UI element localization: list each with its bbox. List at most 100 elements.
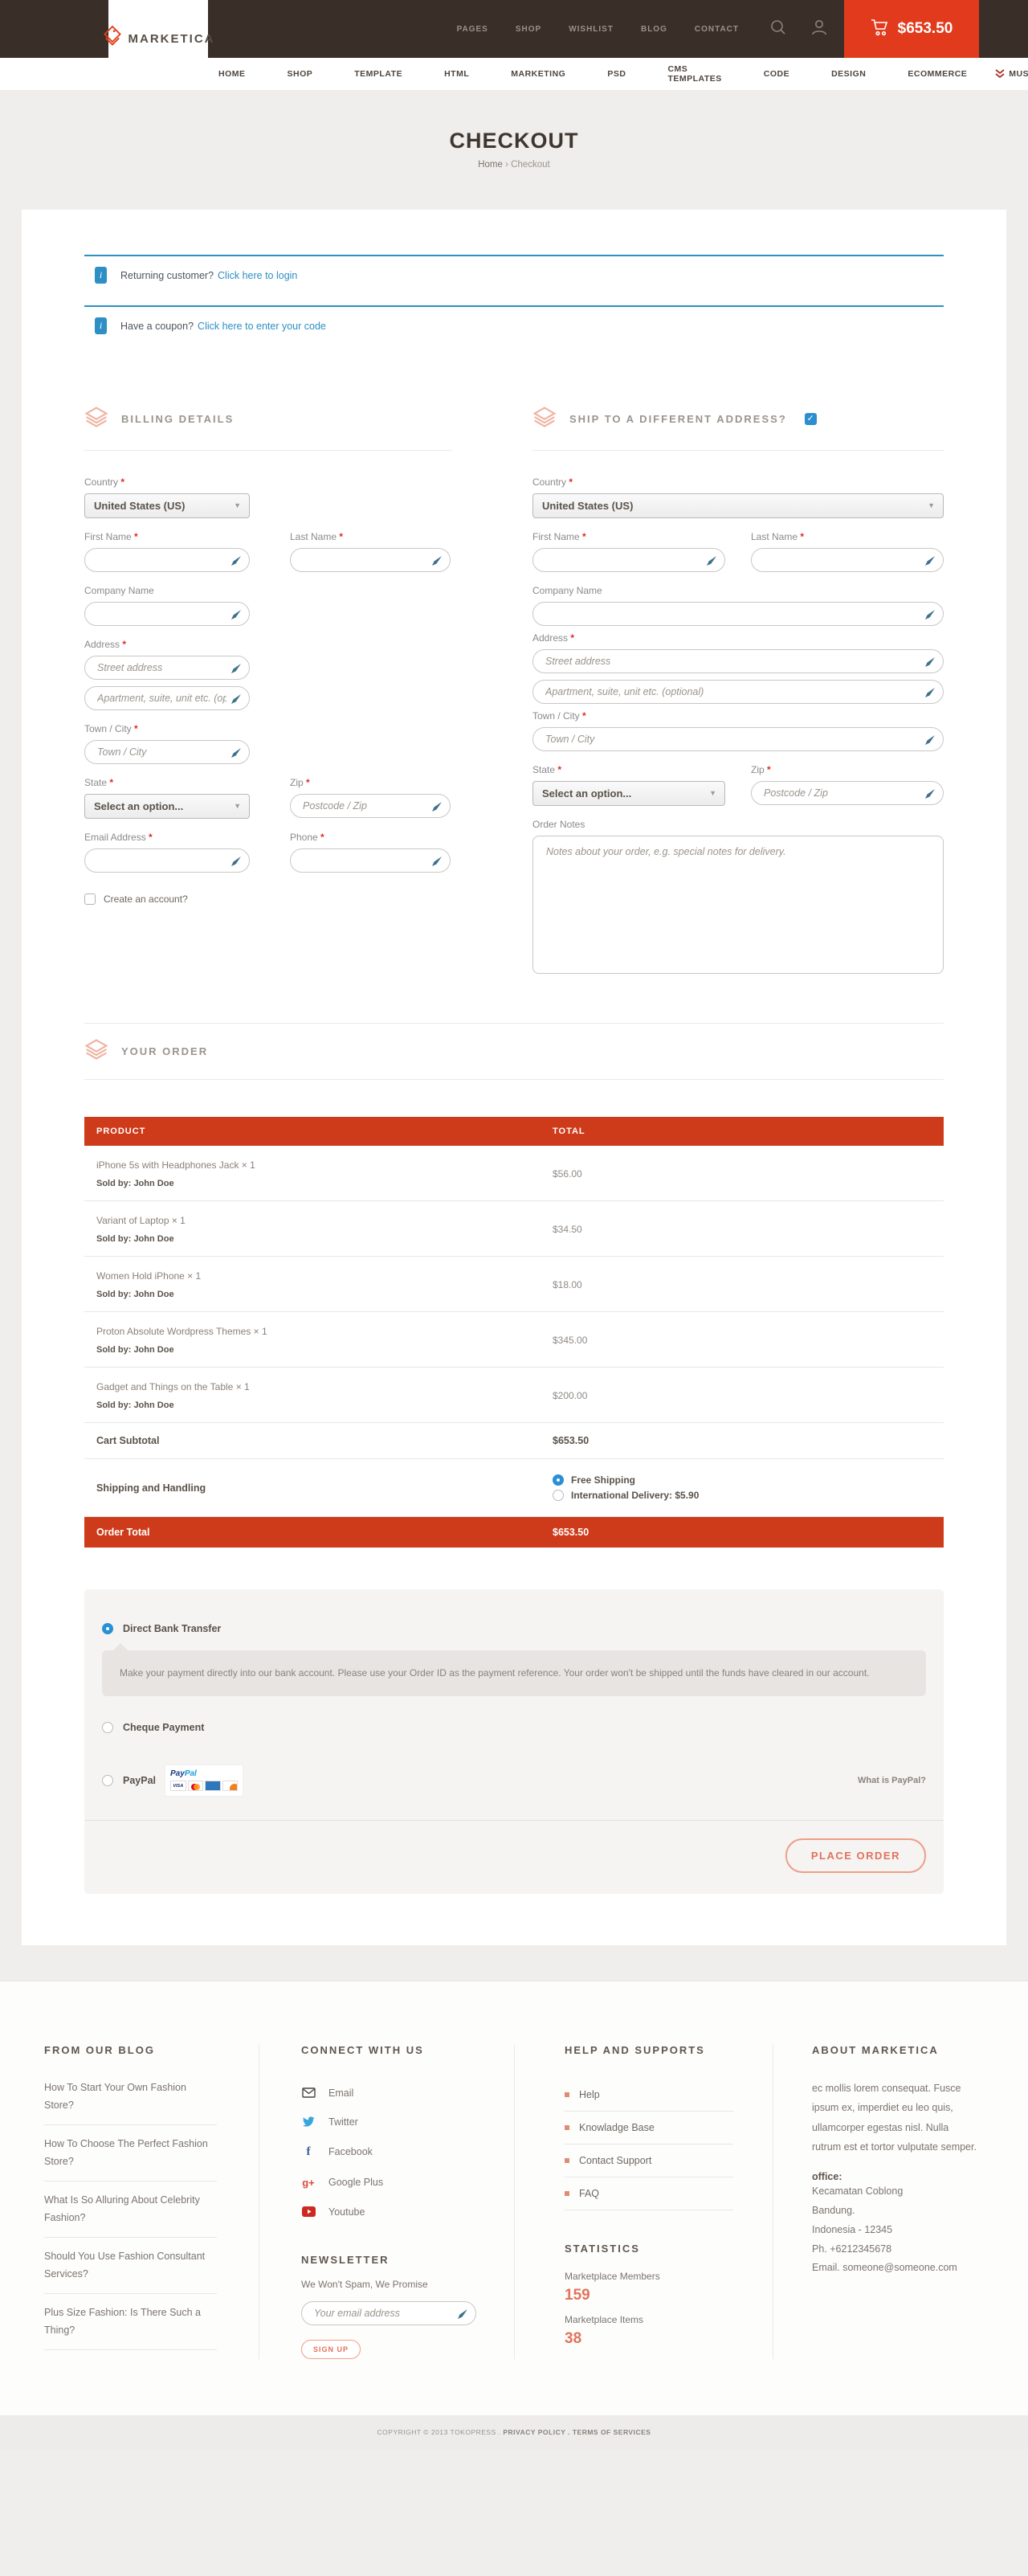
radio-icon[interactable] <box>102 1722 113 1733</box>
order-row: Gadget and Things on the Table × 1 Sold … <box>84 1368 944 1423</box>
signup-button[interactable]: SIGN UP <box>301 2340 361 2359</box>
billing-email-input[interactable] <box>85 849 249 872</box>
top-nav-contact[interactable]: CONTACT <box>695 25 739 34</box>
help-link-label: FAQ <box>579 2188 599 2199</box>
shipping-first-name-field <box>532 548 725 572</box>
login-link[interactable]: Click here to login <box>218 270 297 281</box>
top-nav-shop[interactable]: SHOP <box>516 25 541 34</box>
radio-icon[interactable] <box>102 1775 113 1786</box>
help-link[interactable]: Help <box>565 2079 733 2112</box>
paypal-option[interactable]: PayPal PayPal VISA What is PayPal? <box>102 1759 926 1820</box>
top-nav-wishlist[interactable]: WISHLIST <box>569 25 614 34</box>
shipping-state-select[interactable]: Select an option... ▼ <box>532 781 725 806</box>
social-facebook-link[interactable]: f Facebook <box>301 2136 490 2168</box>
billing-country-select[interactable]: United States (US) ▼ <box>84 493 250 518</box>
header: MARKETICA PAGES SHOP WISHLIST BLOG CONTA… <box>0 0 1028 58</box>
shipping-town-input[interactable] <box>533 728 943 750</box>
subnav-shop[interactable]: SHOP <box>267 69 334 79</box>
blog-link[interactable]: Should You Use Fashion Consultant Servic… <box>44 2238 217 2294</box>
subnav-code[interactable]: CODE <box>743 69 810 79</box>
help-link[interactable]: FAQ <box>565 2177 733 2210</box>
social-youtube-link[interactable]: Youtube <box>301 2198 490 2226</box>
subnav-psd[interactable]: PSD <box>586 69 647 79</box>
newsletter-title: NEWSLETTER <box>301 2254 490 2266</box>
product-seller: Sold by: John Doe <box>96 1345 553 1355</box>
cheque-payment-option[interactable]: Cheque Payment <box>102 1717 926 1738</box>
bank-transfer-option[interactable]: Direct Bank Transfer <box>102 1618 926 1639</box>
subnav-template[interactable]: TEMPLATE <box>333 69 423 79</box>
billing-town-input[interactable] <box>85 741 249 763</box>
product-total: $34.50 <box>553 1224 932 1235</box>
order-notes-textarea[interactable] <box>532 836 944 974</box>
free-shipping-option[interactable]: Free Shipping <box>553 1474 932 1486</box>
breadcrumb-home[interactable]: Home <box>478 160 503 170</box>
social-twitter-link[interactable]: Twitter <box>301 2108 490 2136</box>
billing-phone-input[interactable] <box>291 849 450 872</box>
intl-delivery-option[interactable]: International Delivery: $5.90 <box>553 1490 932 1501</box>
product-name[interactable]: iPhone 5s with Headphones Jack × 1 <box>96 1159 553 1171</box>
shipping-country-select[interactable]: United States (US) ▼ <box>532 493 944 518</box>
place-order-button[interactable]: PLACE ORDER <box>785 1838 926 1873</box>
bank-transfer-description: Make your payment directly into our bank… <box>102 1650 926 1696</box>
user-icon[interactable] <box>811 18 827 40</box>
privacy-policy-link[interactable]: PRIVACY POLICY . <box>503 2428 570 2436</box>
shipping-country-value: United States (US) <box>542 500 633 512</box>
radio-icon[interactable] <box>553 1490 564 1501</box>
twitter-icon <box>301 2116 316 2128</box>
brand-logo[interactable]: MARKETICA <box>108 0 208 77</box>
select-arrow-icon: ▼ <box>234 501 241 509</box>
product-name[interactable]: Proton Absolute Wordpress Themes × 1 <box>96 1326 553 1337</box>
cart-total: $653.50 <box>898 20 953 38</box>
billing-company-input[interactable] <box>85 603 249 625</box>
billing-zip-input[interactable] <box>291 795 450 817</box>
product-name[interactable]: Variant of Laptop × 1 <box>96 1215 553 1226</box>
office-label: office: <box>812 2171 980 2182</box>
top-nav-pages[interactable]: PAGES <box>457 25 488 34</box>
email-icon <box>301 2087 316 2098</box>
coupon-link[interactable]: Click here to enter your code <box>198 321 326 332</box>
newsletter-field <box>301 2301 476 2325</box>
radio-selected-icon[interactable] <box>102 1623 113 1634</box>
product-name[interactable]: Women Hold iPhone × 1 <box>96 1270 553 1282</box>
top-nav-blog[interactable]: BLOG <box>641 25 667 34</box>
ship-different-checkbox[interactable]: ✓ <box>805 413 817 425</box>
blog-link[interactable]: What Is So Alluring About Celebrity Fash… <box>44 2181 217 2238</box>
blog-link[interactable]: How To Start Your Own Fashion Store? <box>44 2079 217 2125</box>
billing-state-select[interactable]: Select an option... ▼ <box>84 794 250 819</box>
footer-blog-title: FROM OUR BLOG <box>44 2044 235 2056</box>
billing-first-name-input[interactable] <box>85 549 249 571</box>
billing-street-input[interactable] <box>85 656 249 679</box>
search-icon[interactable] <box>769 18 787 40</box>
subnav-cms-templates[interactable]: CMS TEMPLATES <box>647 64 742 84</box>
cart-button[interactable]: $653.50 <box>844 0 979 58</box>
shipping-last-name-input[interactable] <box>752 549 943 571</box>
amex-icon <box>205 1781 221 1791</box>
billing-last-name-input[interactable] <box>291 549 450 571</box>
chevron-down-icon[interactable] <box>994 67 1006 83</box>
create-account-checkbox[interactable] <box>84 893 96 905</box>
subnav-design[interactable]: DESIGN <box>810 69 887 79</box>
billing-apartment-input[interactable] <box>85 687 249 709</box>
help-link[interactable]: Contact Support <box>565 2145 733 2177</box>
newsletter-email-input[interactable] <box>302 2302 475 2325</box>
subnav-home[interactable]: HOME <box>218 69 267 79</box>
stat-members-value: 159 <box>565 2287 749 2304</box>
subnav-ecommerce[interactable]: ECOMMERCE <box>887 69 988 79</box>
shipping-street-input[interactable] <box>533 650 943 673</box>
what-is-paypal-link[interactable]: What is PayPal? <box>858 1776 926 1785</box>
shipping-apartment-input[interactable] <box>533 681 943 703</box>
terms-link[interactable]: TERMS OF SERVICES <box>573 2428 651 2436</box>
radio-selected-icon[interactable] <box>553 1474 564 1486</box>
help-link[interactable]: Knowladge Base <box>565 2112 733 2145</box>
billing-apartment-field <box>84 686 250 710</box>
shipping-company-input[interactable] <box>533 603 943 625</box>
social-email-link[interactable]: Email <box>301 2079 490 2108</box>
subnav-marketing[interactable]: MARKETING <box>490 69 586 79</box>
social-googleplus-link[interactable]: g+ Google Plus <box>301 2168 490 2198</box>
blog-link[interactable]: How To Choose The Perfect Fashion Store? <box>44 2125 217 2181</box>
shipping-zip-input[interactable] <box>752 782 943 804</box>
product-name[interactable]: Gadget and Things on the Table × 1 <box>96 1381 553 1392</box>
blog-link[interactable]: Plus Size Fashion: Is There Such a Thing… <box>44 2294 217 2350</box>
subnav-html[interactable]: HTML <box>423 69 490 79</box>
shipping-first-name-input[interactable] <box>533 549 724 571</box>
